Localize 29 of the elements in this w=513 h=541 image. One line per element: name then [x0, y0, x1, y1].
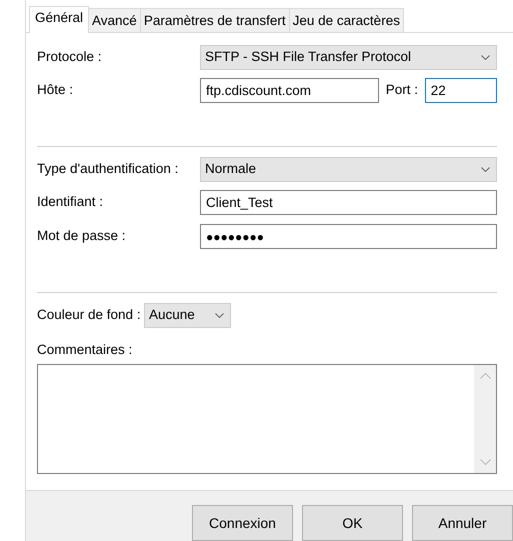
- field-label: Protocole :: [37, 48, 103, 66]
- chevron-icon: [481, 55, 490, 60]
- scroll-down-icon[interactable]: [480, 459, 490, 466]
- username-field[interactable]: Client_Test: [200, 190, 497, 215]
- tab[interactable]: Général: [29, 6, 90, 33]
- auth-type-dropdown[interactable]: Normale: [200, 157, 497, 182]
- scrollbar[interactable]: [474, 365, 496, 474]
- field-label: Couleur de fond :: [37, 306, 141, 324]
- field-label: Commentaires :: [37, 342, 134, 358]
- host-field[interactable]: ftp.cdiscount.com: [200, 78, 379, 103]
- dialog-button[interactable]: Annuler: [412, 505, 513, 541]
- protocol-dropdown[interactable]: SFTP - SSH File Transfer Protocol: [200, 45, 497, 70]
- field-label: Identifiant :: [37, 193, 104, 212]
- tab[interactable]: Avancé: [88, 8, 141, 32]
- port-field[interactable]: 22: [424, 78, 497, 103]
- field-label: Port :: [386, 81, 418, 100]
- password-field[interactable]: ●●●●●●●●: [200, 224, 497, 249]
- chevron-icon: [481, 167, 490, 172]
- comments-field[interactable]: [37, 364, 497, 474]
- scroll-up-icon[interactable]: [480, 373, 490, 380]
- field-label: Mot de passe :: [37, 227, 127, 246]
- dialog-button[interactable]: Connexion: [192, 505, 293, 541]
- field-label: Hôte :: [37, 81, 74, 100]
- tab[interactable]: Jeu de caractères: [288, 8, 404, 32]
- dialog-button[interactable]: OK: [302, 505, 403, 541]
- field-label: Type d'authentification :: [37, 160, 180, 178]
- chevron-icon: [214, 313, 224, 318]
- tab[interactable]: Paramètres de transfert: [140, 8, 290, 32]
- background-color-dropdown[interactable]: Aucune: [144, 303, 231, 328]
